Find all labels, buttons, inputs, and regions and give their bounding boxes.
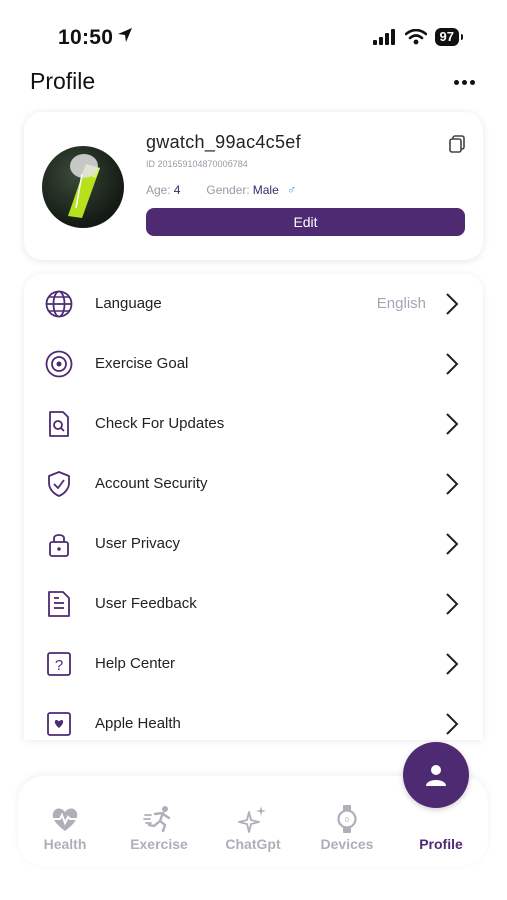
profile-tab-active-indicator[interactable]: [403, 742, 469, 808]
more-options-button[interactable]: [449, 68, 479, 96]
menu-item-check-updates[interactable]: Check For Updates: [24, 394, 483, 454]
profile-card: gwatch_99ac4c5ef ID 20165910487000б784 A…: [24, 112, 483, 260]
menu-item-apple-health[interactable]: Apple Health: [24, 694, 483, 740]
menu-item-account-security[interactable]: Account Security: [24, 454, 483, 514]
status-time: 10:50: [58, 26, 133, 50]
globe-icon: [45, 290, 73, 318]
menu-item-label: Help Center: [95, 655, 176, 672]
menu-item-user-feedback[interactable]: User Feedback: [24, 574, 483, 634]
document-search-icon: [49, 411, 69, 437]
menu-item-exercise-goal[interactable]: Exercise Goal: [24, 334, 483, 394]
document-lines-icon: [48, 591, 70, 617]
username: gwatch_99ac4c5ef: [146, 132, 301, 152]
menu-item-label: Account Security: [95, 475, 208, 492]
tab-chatgpt[interactable]: ChatGpt: [208, 804, 298, 852]
age-label: Age:: [146, 182, 171, 197]
tab-label: Health: [43, 836, 87, 852]
signal-icon: [372, 29, 395, 45]
tab-exercise[interactable]: Exercise: [114, 804, 204, 852]
tab-label: Exercise: [130, 836, 188, 852]
status-bar: 10:50 97: [0, 0, 507, 64]
menu-item-user-privacy[interactable]: User Privacy: [24, 514, 483, 574]
age-value: 4: [173, 182, 181, 197]
menu-item-help-center[interactable]: ? Help Center: [24, 634, 483, 694]
profile-meta: Age: 4 Gender: Male ♂: [146, 182, 297, 197]
location-arrow-icon: [118, 28, 133, 42]
sparkles-icon: [238, 806, 266, 833]
menu-item-label: Apple Health: [95, 715, 181, 732]
menu-item-label: User Feedback: [95, 595, 197, 612]
wifi-icon: [404, 29, 427, 45]
tab-icon-placeholder: [425, 804, 457, 834]
svg-text:?: ?: [55, 657, 63, 674]
heart-square-icon: [47, 712, 71, 736]
chevron-right-icon: [446, 593, 459, 615]
svg-text:0: 0: [345, 817, 349, 824]
chevron-right-icon: [446, 533, 459, 555]
dot: [453, 79, 459, 85]
settings-menu: Language English Exercise Goal Check For…: [24, 274, 483, 740]
header: Profile: [0, 64, 507, 104]
avatar[interactable]: [42, 146, 124, 228]
lock-icon: [49, 534, 69, 557]
tab-label: ChatGpt: [225, 836, 281, 852]
male-symbol-icon: ♂: [286, 182, 297, 197]
chevron-right-icon: [446, 353, 459, 375]
menu-item-label: User Privacy: [95, 535, 181, 552]
menu-item-label: Exercise Goal: [95, 355, 189, 372]
menu-item-label: Check For Updates: [95, 415, 225, 432]
watch-icon: 0: [337, 805, 357, 833]
gender-label: Gender:: [206, 182, 250, 197]
tab-label: Profile: [419, 836, 463, 852]
battery-indicator: 97: [434, 28, 464, 46]
tab-devices[interactable]: 0 Devices: [302, 804, 392, 852]
page-title: Profile: [30, 68, 96, 94]
target-icon: [45, 350, 73, 378]
gender-value: Male: [252, 182, 279, 197]
user-id: ID 20165910487000б784: [146, 159, 248, 169]
menu-item-language[interactable]: Language English: [24, 274, 483, 334]
avatar-image: [68, 154, 100, 218]
menu-item-label: Language: [95, 295, 162, 312]
dot: [461, 79, 467, 85]
heart-pulse-icon: [52, 808, 78, 831]
chevron-right-icon: [446, 413, 459, 435]
time-text: 10:50: [58, 26, 114, 49]
shield-check-icon: [48, 471, 70, 497]
running-icon: [143, 806, 171, 833]
tab-label: Devices: [320, 836, 374, 852]
dot: [469, 79, 475, 85]
language-value: English: [376, 295, 426, 312]
chevron-right-icon: [446, 713, 459, 735]
tab-health[interactable]: Health: [20, 804, 110, 852]
status-icons: 97: [372, 28, 464, 46]
chevron-right-icon: [446, 473, 459, 495]
person-icon: [426, 765, 446, 786]
tab-profile[interactable]: Profile: [396, 804, 486, 852]
chevron-right-icon: [446, 653, 459, 675]
chevron-right-icon: [446, 293, 459, 315]
copy-icon[interactable]: [447, 134, 467, 154]
edit-profile-button[interactable]: Edit: [146, 208, 465, 236]
help-question-icon: ?: [47, 652, 71, 676]
